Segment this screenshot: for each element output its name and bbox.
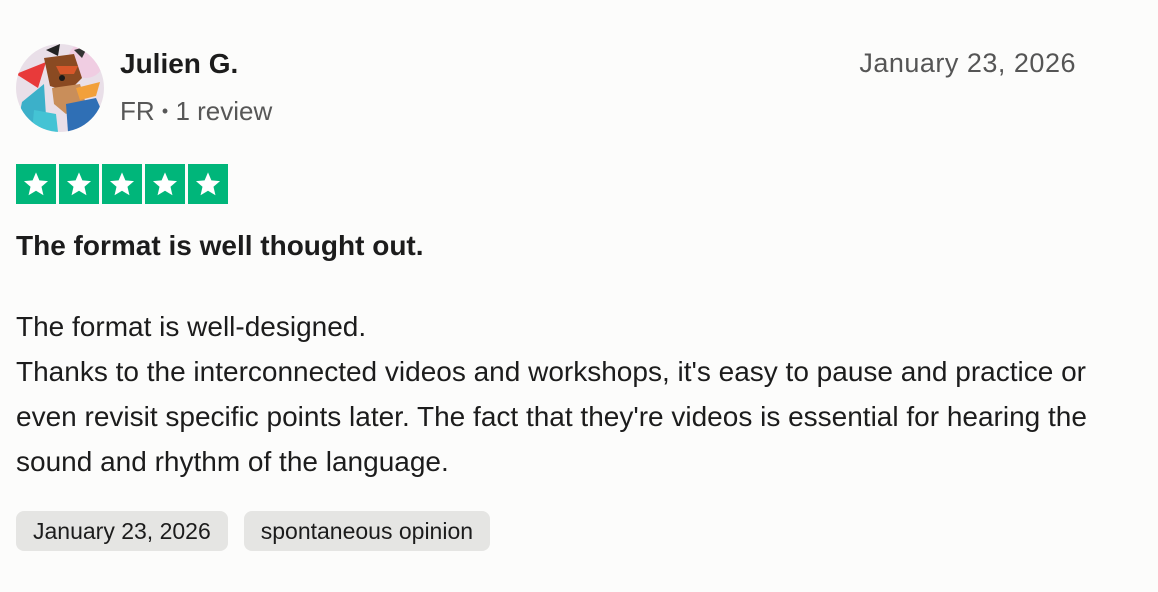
reviewer-review-count: 1 review xyxy=(175,96,273,126)
review-date: January 23, 2026 xyxy=(859,48,1076,78)
avatar[interactable] xyxy=(16,44,104,132)
tag-spontaneous-opinion[interactable]: spontaneous opinion xyxy=(243,511,491,551)
reviewer-meta: FR • 1 review xyxy=(120,96,272,127)
meta-separator: • xyxy=(161,101,169,121)
star-icon xyxy=(102,164,142,204)
star-icon xyxy=(188,164,228,204)
review-body: The format is well-designed. Thanks to t… xyxy=(16,304,1096,484)
reviewer-country: FR xyxy=(120,96,155,126)
star-rating xyxy=(16,164,228,204)
star-icon xyxy=(59,164,99,204)
tag-date: January 23, 2026 xyxy=(16,511,228,551)
review-header: Julien G. FR • 1 review January 23, 2026 xyxy=(16,44,1078,134)
star-icon xyxy=(145,164,185,204)
review-body-line: Thanks to the interconnected videos and … xyxy=(16,356,1087,477)
review-title[interactable]: The format is well thought out. xyxy=(16,230,424,262)
review-body-line: The format is well-designed. xyxy=(16,311,367,342)
star-icon xyxy=(16,164,56,204)
reviewer-name[interactable]: Julien G. xyxy=(120,48,238,80)
review-tags: January 23, 2026 spontaneous opinion xyxy=(16,511,491,551)
